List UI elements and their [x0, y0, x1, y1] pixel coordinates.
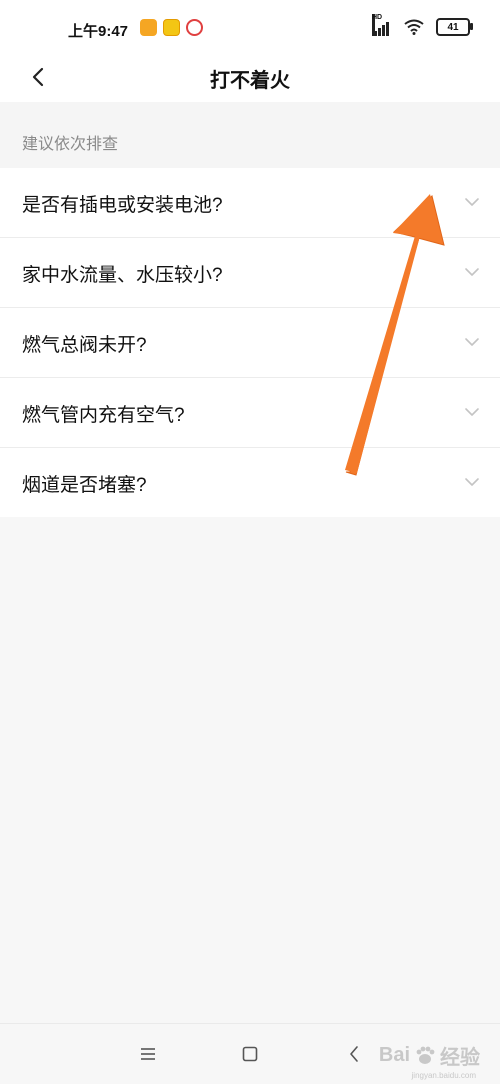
- menu-button[interactable]: [136, 1042, 160, 1066]
- list-item-flue-blocked[interactable]: 烟道是否堵塞?: [0, 448, 500, 517]
- watermark-brand: Bai: [378, 1044, 410, 1066]
- watermark: Bai 经验: [379, 1041, 480, 1070]
- section-header: 建议依次排查: [0, 102, 500, 168]
- nav-back-button[interactable]: [342, 1042, 366, 1066]
- watermark-suffix: 经验: [440, 1047, 480, 1069]
- wifi-icon: [404, 19, 424, 35]
- title-bar: 打不着火: [0, 52, 500, 102]
- home-button[interactable]: [238, 1042, 262, 1066]
- notes-app-icon: [140, 19, 157, 36]
- chevron-down-icon: [465, 268, 479, 276]
- status-indicators: HD 41: [372, 14, 473, 36]
- watermark-url: jingyan.baidu.com: [411, 1071, 476, 1080]
- troubleshoot-list: 是否有插电或安装电池? 家中水流量、水压较小? 燃气总阀未开? 燃气管内充有空气…: [0, 168, 500, 517]
- paw-icon: [416, 1046, 435, 1064]
- nav-back-icon: [350, 1046, 358, 1062]
- game-app-icon: [163, 19, 180, 36]
- page-title: 打不着火: [210, 70, 290, 92]
- list-item-label: 燃气总阀未开?: [22, 335, 147, 356]
- battery-level: 41: [447, 21, 459, 33]
- status-app-icons: [140, 19, 203, 36]
- status-bar: 上午9:47 HD 41: [0, 0, 500, 52]
- chevron-down-icon: [465, 338, 479, 346]
- battery-icon: 41: [436, 18, 473, 36]
- status-time: 上午9:47: [68, 23, 129, 40]
- chevron-down-icon: [465, 478, 479, 486]
- list-item-label: 燃气管内充有空气?: [22, 405, 185, 426]
- menu-icon: [141, 1048, 155, 1060]
- list-item-water-pressure[interactable]: 家中水流量、水压较小?: [0, 238, 500, 308]
- list-item-gas-valve[interactable]: 燃气总阀未开?: [0, 308, 500, 378]
- list-item-label: 家中水流量、水压较小?: [22, 265, 223, 286]
- list-item-label: 烟道是否堵塞?: [22, 475, 147, 496]
- chevron-down-icon: [465, 408, 479, 416]
- list-item-air-in-pipe[interactable]: 燃气管内充有空气?: [0, 378, 500, 448]
- list-item-label: 是否有插电或安装电池?: [22, 195, 223, 216]
- home-square-icon: [242, 1046, 258, 1062]
- chevron-down-icon: [465, 198, 479, 206]
- section-heading: 建议依次排查: [22, 136, 119, 153]
- list-item-power[interactable]: 是否有插电或安装电池?: [0, 168, 500, 238]
- cloud-app-icon: [186, 19, 203, 36]
- signal-icon: HD: [372, 14, 392, 36]
